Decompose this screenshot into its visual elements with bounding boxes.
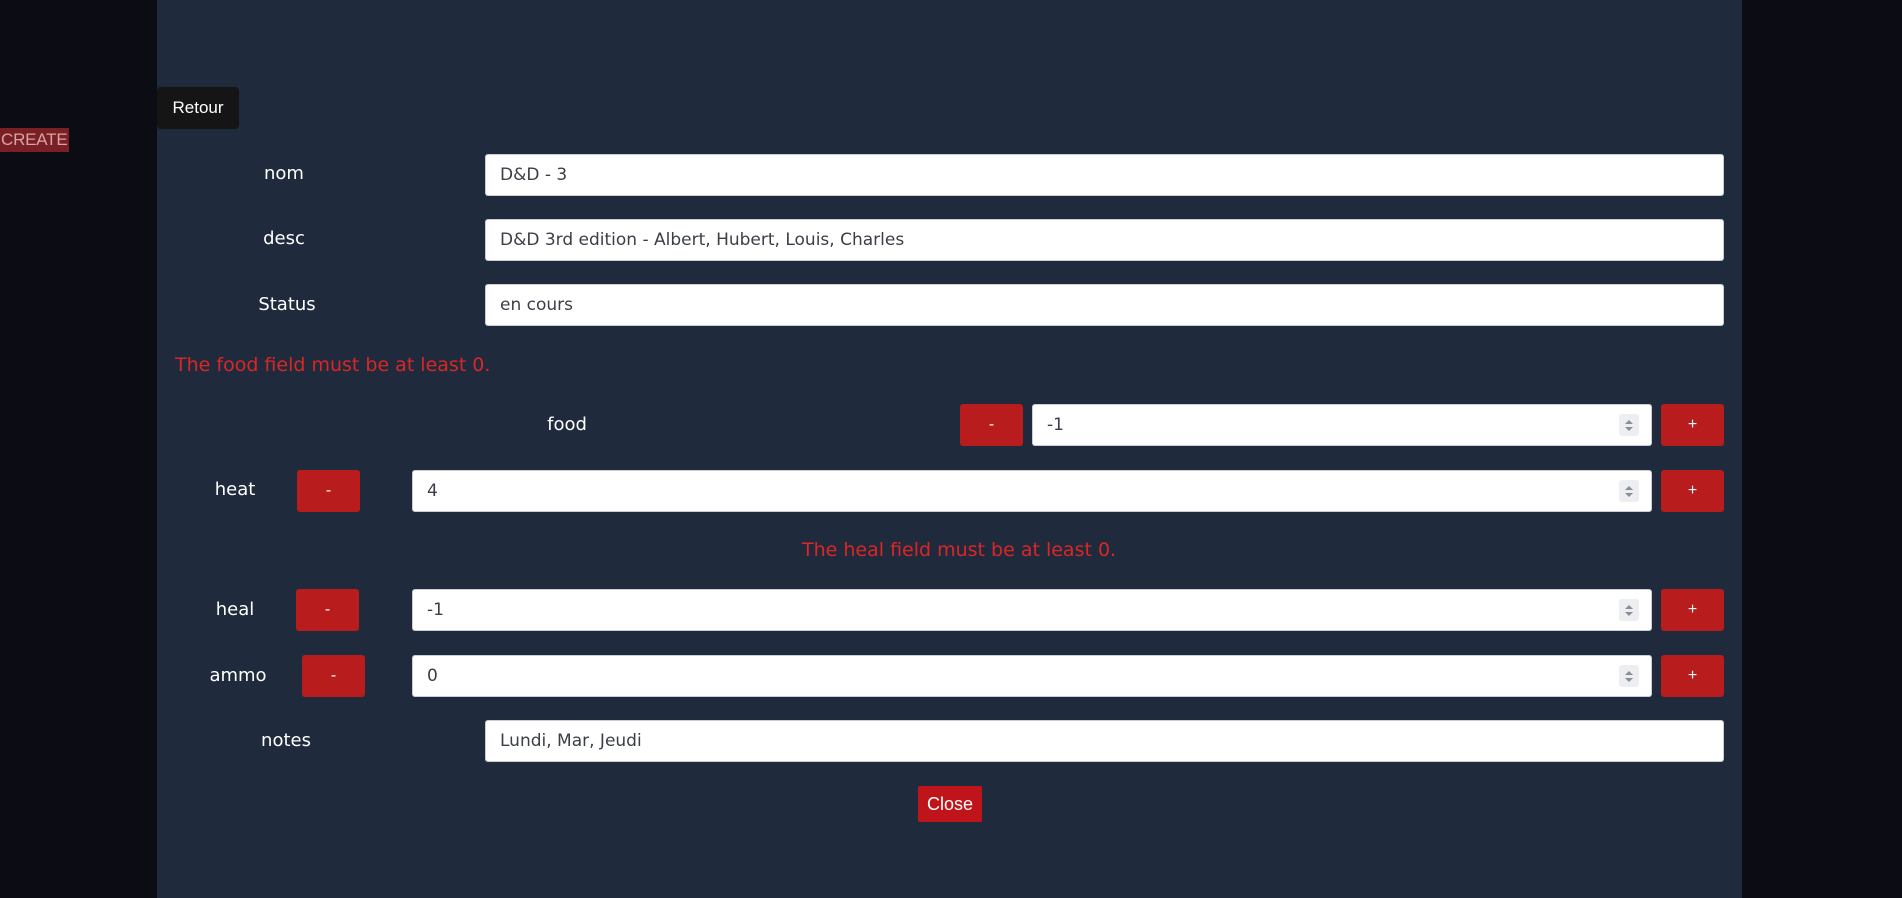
heat-increment-button[interactable]: + [1661, 470, 1724, 512]
food-increment-button[interactable]: + [1661, 404, 1724, 446]
heal-increment-button[interactable]: + [1661, 589, 1724, 631]
heat-value: 4 [427, 481, 438, 501]
heat-spinner-icon[interactable] [1619, 480, 1639, 502]
notes-field[interactable]: Lundi, Mar, Jeudi [485, 720, 1724, 762]
create-button[interactable]: CREATE [0, 128, 69, 152]
desc-value: D&D 3rd edition - Albert, Hubert, Louis,… [500, 230, 905, 250]
food-spinner-icon[interactable] [1619, 414, 1639, 436]
ammo-increment-button[interactable]: + [1661, 655, 1724, 697]
desc-label: desc [263, 228, 305, 249]
heat-input[interactable]: 4 [412, 470, 1652, 512]
food-label: food [547, 414, 587, 435]
nom-label: nom [264, 163, 304, 184]
food-value: -1 [1047, 415, 1064, 435]
ammo-spinner-icon[interactable] [1619, 665, 1639, 687]
notes-label: notes [261, 730, 311, 751]
ammo-value: 0 [427, 666, 438, 686]
ammo-label: ammo [209, 665, 267, 686]
heat-label: heat [214, 479, 256, 500]
edit-modal [157, 0, 1742, 898]
heal-spinner-icon[interactable] [1619, 599, 1639, 621]
food-decrement-button[interactable]: - [960, 404, 1023, 446]
heat-decrement-button[interactable]: - [297, 470, 360, 512]
ammo-input[interactable]: 0 [412, 655, 1652, 697]
nom-field[interactable]: D&D - 3 [485, 154, 1724, 196]
status-field[interactable]: en cours [485, 284, 1724, 326]
desc-field[interactable]: D&D 3rd edition - Albert, Hubert, Louis,… [485, 219, 1724, 261]
heal-value: -1 [427, 600, 444, 620]
ammo-decrement-button[interactable]: - [302, 655, 365, 697]
heal-error-message: The heal field must be at least 0. [802, 539, 1117, 561]
status-label: Status [258, 294, 316, 315]
heal-decrement-button[interactable]: - [296, 589, 359, 631]
heal-input[interactable]: -1 [412, 589, 1652, 631]
food-input[interactable]: -1 [1032, 404, 1652, 446]
close-button[interactable]: Close [918, 786, 982, 822]
status-value: en cours [500, 295, 574, 315]
heal-label: heal [215, 599, 255, 620]
nom-value: D&D - 3 [500, 165, 568, 185]
back-button[interactable]: Retour [157, 87, 239, 129]
notes-value: Lundi, Mar, Jeudi [500, 731, 642, 751]
food-error-message: The food field must be at least 0. [175, 354, 491, 376]
